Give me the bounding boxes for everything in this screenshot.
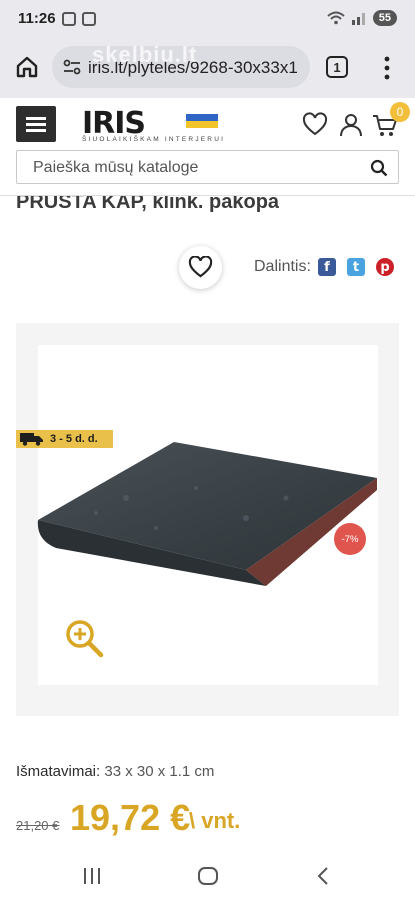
- site-header: IRIS ŠIUOLAIKIŠKAM INTERJERUI: [0, 98, 415, 196]
- watermark: skelbiu.lt: [92, 42, 198, 67]
- site-logo[interactable]: IRIS ŠIUOLAIKIŠKAM INTERJERUI: [82, 106, 264, 144]
- dimensions: Išmatavimai: 33 x 30 x 1.1 cm: [16, 763, 214, 780]
- dimensions-label: Išmatavimai:: [16, 763, 101, 780]
- home-nav-icon[interactable]: [196, 864, 220, 888]
- home-icon[interactable]: [14, 54, 40, 80]
- address-bar[interactable]: iris.lt/plyteles/9268-30x33x1 skelbiu.lt: [52, 42, 310, 88]
- user-account-icon[interactable]: [338, 112, 364, 138]
- product-image[interactable]: [36, 438, 380, 590]
- system-nav-bar: [0, 852, 415, 900]
- delivery-time-text: 3 - 5 d. d.: [50, 433, 98, 445]
- pinterest-share-icon[interactable]: p: [376, 258, 394, 276]
- add-to-wishlist-button[interactable]: [179, 246, 222, 289]
- wishlist-heart-icon[interactable]: [302, 112, 328, 138]
- delivery-time-badge: 3 - 5 d. d.: [16, 430, 113, 448]
- recent-apps-icon[interactable]: [80, 864, 104, 888]
- logo-tagline: ŠIUOLAIKIŠKAM INTERJERUI: [82, 136, 226, 143]
- search-box[interactable]: [16, 150, 399, 184]
- cart-count-badge: 0: [390, 102, 410, 122]
- search-icon[interactable]: [370, 159, 388, 177]
- search-input[interactable]: [33, 157, 353, 179]
- screenshot-icon: [82, 12, 96, 26]
- signal-icon: [351, 13, 365, 25]
- truck-icon: [20, 433, 43, 446]
- status-time: 11:26: [18, 10, 56, 27]
- battery-indicator: 55: [372, 10, 397, 26]
- product-title-text: PRUSTA KAP, klink. pakopa: [16, 196, 280, 213]
- product-title: PRUSTA KAP, klink. pakopa: [16, 196, 279, 220]
- tab-switcher-button[interactable]: 1: [326, 56, 348, 78]
- facebook-share-icon[interactable]: f: [318, 258, 336, 276]
- wifi-icon: [327, 11, 345, 25]
- notification-icon: [62, 12, 76, 26]
- browser-toolbar: iris.lt/plyteles/9268-30x33x1 skelbiu.lt…: [0, 38, 415, 98]
- heart-icon: [188, 256, 213, 278]
- more-menu-icon[interactable]: [382, 54, 392, 82]
- ukraine-flag-icon: [186, 114, 218, 128]
- back-nav-icon[interactable]: [312, 864, 336, 888]
- share-label: Dalintis:: [254, 258, 311, 275]
- discount-badge: -7%: [334, 523, 366, 555]
- status-indicators: 55: [327, 10, 397, 26]
- site-settings-icon[interactable]: [62, 57, 82, 77]
- twitter-share-icon[interactable]: t: [347, 258, 365, 276]
- zoom-in-icon[interactable]: [64, 618, 104, 658]
- price-unit: \ vnt.: [189, 808, 241, 833]
- dimensions-value: 33 x 30 x 1.1 cm: [104, 763, 215, 780]
- status-bar: 11:26 55: [0, 0, 415, 38]
- notification-icons: [62, 12, 96, 26]
- old-price: 21,20 €: [16, 818, 60, 833]
- hamburger-menu-button[interactable]: [16, 106, 56, 142]
- current-price: 19,72 €: [70, 797, 191, 838]
